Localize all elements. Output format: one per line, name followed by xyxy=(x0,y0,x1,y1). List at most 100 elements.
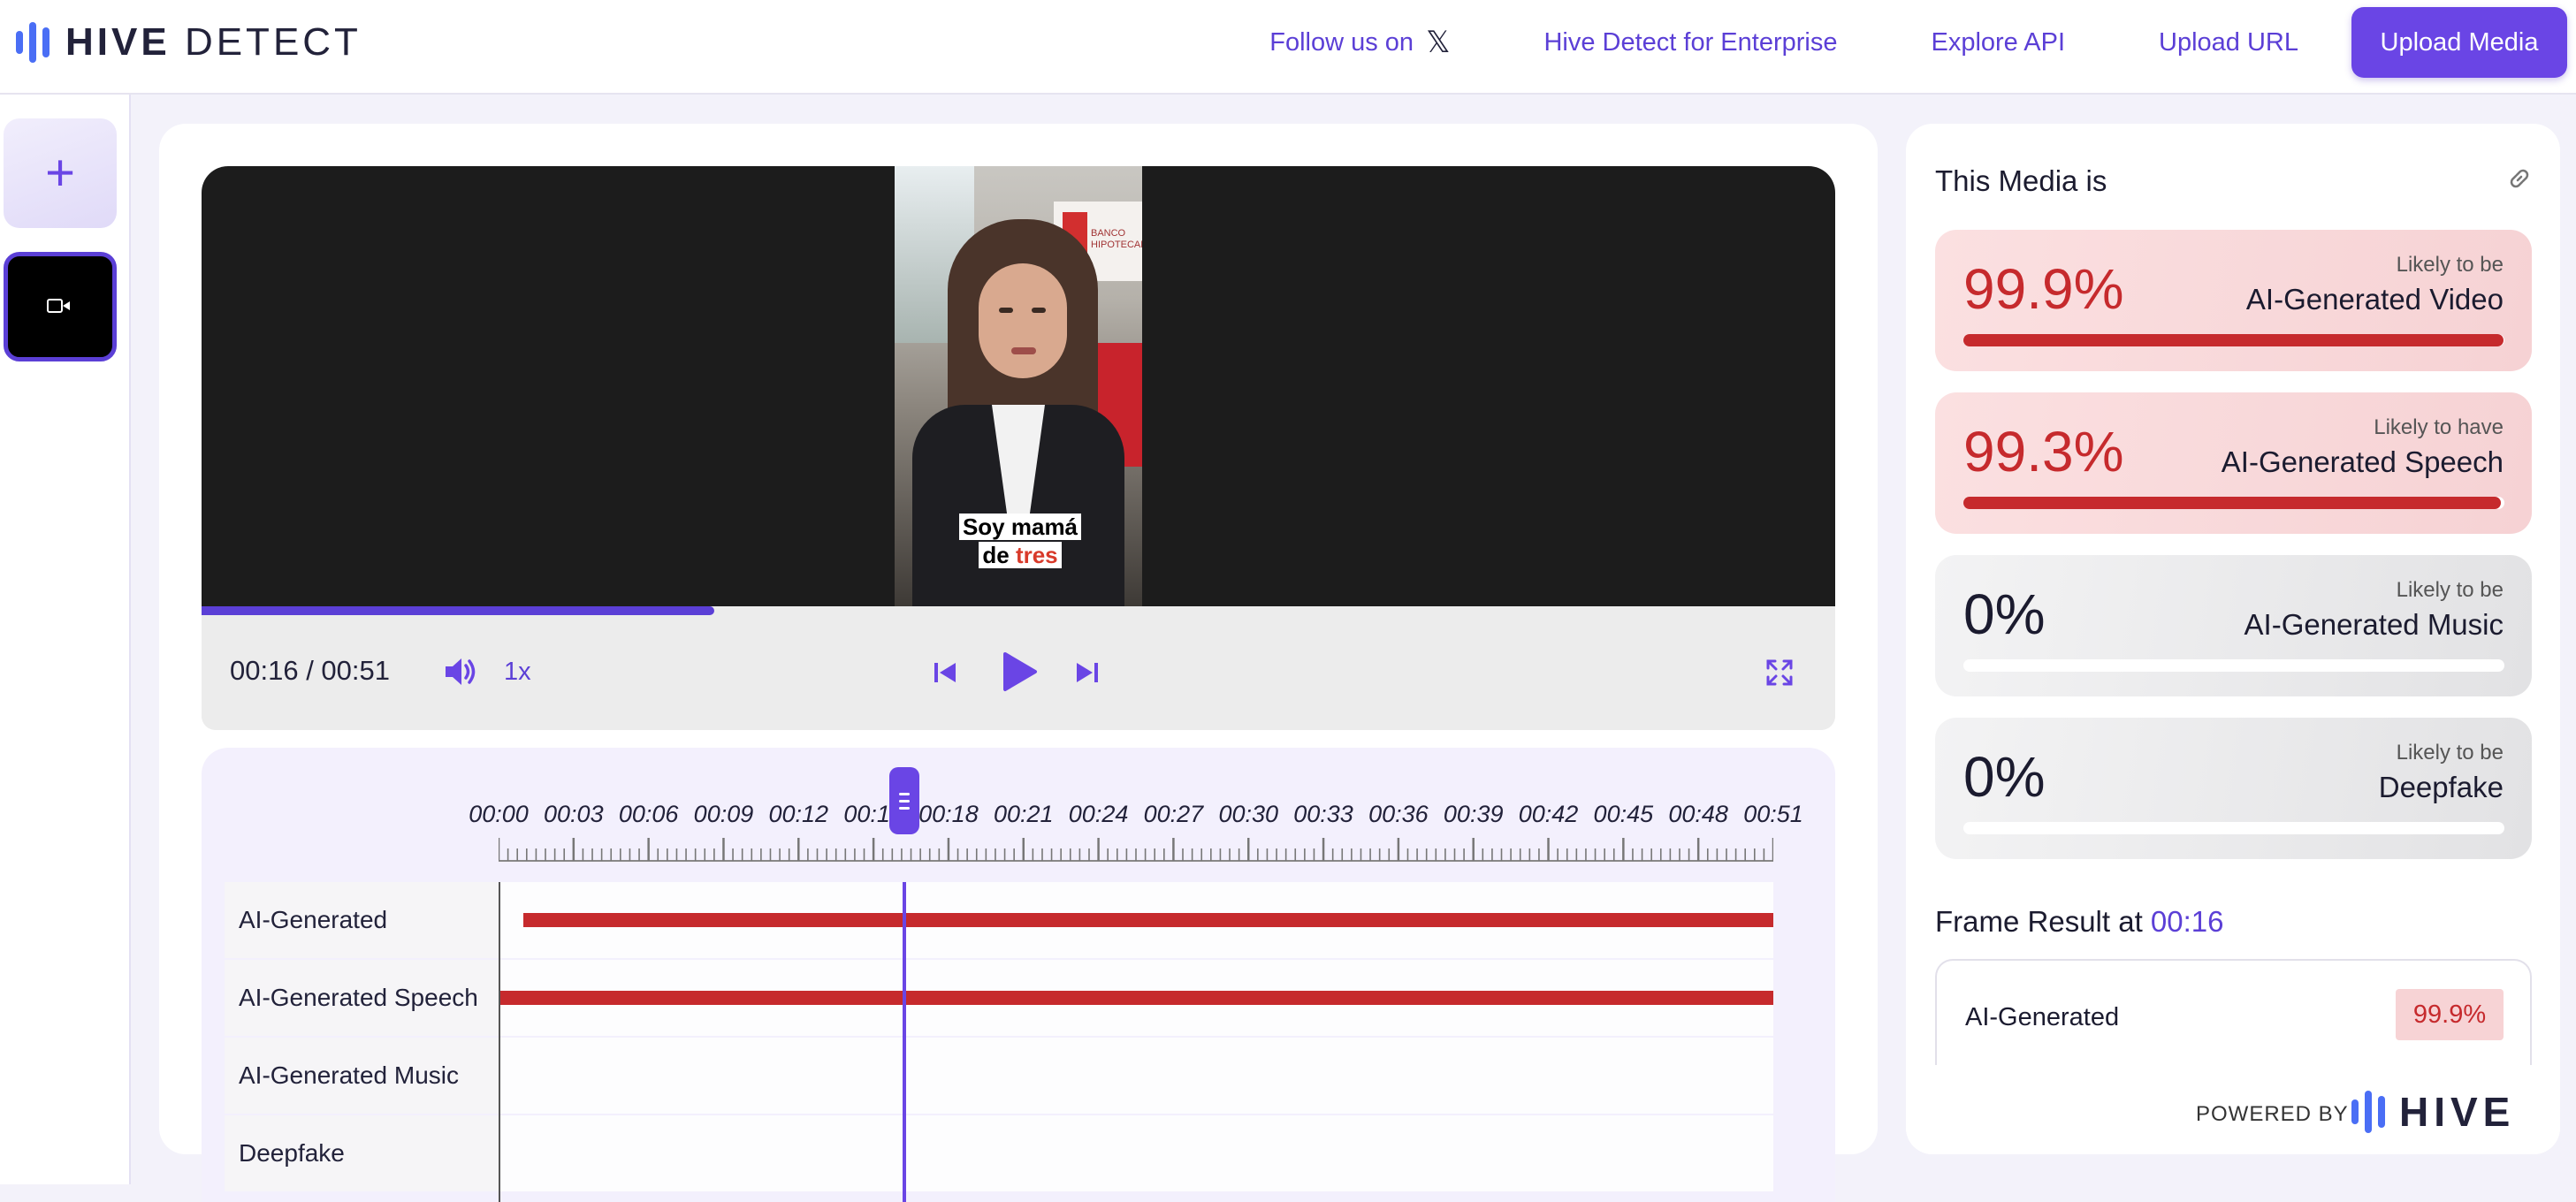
result-card-percent: 0% xyxy=(1963,582,2046,646)
top-header: HIVE DETECT Follow us on 𝕏 Hive Detect f… xyxy=(0,0,2576,95)
result-card-subtitle: Likely to be xyxy=(2396,741,2504,765)
logo-bars-icon xyxy=(16,22,50,63)
explore-api-link[interactable]: Explore API xyxy=(1931,28,2065,57)
timeline-tick-label: 00:36 xyxy=(1368,801,1429,827)
frame-result-class: AI-Generated xyxy=(1965,1003,2120,1031)
timeline-row-label: AI-Generated Speech xyxy=(225,960,499,1036)
timeline-row-track[interactable] xyxy=(499,1115,1773,1191)
fullscreen-icon[interactable] xyxy=(1764,658,1795,688)
timeline-tick-label: 00:39 xyxy=(1443,801,1504,827)
timeline-tick-label: 00:48 xyxy=(1668,801,1728,827)
timeline-row-track[interactable] xyxy=(499,882,1773,958)
play-icon[interactable] xyxy=(1000,650,1039,693)
volume-icon[interactable] xyxy=(442,654,479,689)
result-card-percent: 99.9% xyxy=(1963,257,2124,321)
timeline-tick-label: 00:45 xyxy=(1593,801,1654,827)
player-controls: 00:16 / 00:51 1x xyxy=(202,615,1835,730)
timeline-tick-label: 00:51 xyxy=(1743,801,1803,827)
logo-text-light: DETECT xyxy=(184,20,362,64)
result-card-subtitle: Likely to be xyxy=(2396,253,2504,277)
result-card-category: AI-Generated Speech xyxy=(2221,445,2504,478)
timeline-row-label: AI-Generated xyxy=(225,882,499,958)
add-media-button[interactable]: + xyxy=(4,118,117,228)
video-player: BANCO HIPOTECARIO Soy mamá de tres 00:16… xyxy=(202,166,1835,730)
timeline-row-label: Deepfake xyxy=(225,1115,499,1191)
video-caption: Soy mamá de tres xyxy=(958,513,1082,569)
time-display: 00:16 / 00:51 xyxy=(230,655,390,686)
timeline-tick-label: 00:42 xyxy=(1518,801,1579,827)
timeline-row: Deepfake xyxy=(225,1115,1812,1191)
timeline-tick-label: 00:12 xyxy=(768,801,829,827)
hive-logo-text: HIVE xyxy=(2399,1089,2516,1135)
result-card: 99.9% Likely to be AI-Generated Video xyxy=(1935,230,2532,371)
caption-line-2b: tres xyxy=(1015,542,1058,568)
bank-sign-text: BANCO HIPOTECARIO xyxy=(1091,228,1142,250)
hive-detect-logo[interactable]: HIVE DETECT xyxy=(16,20,362,64)
follow-us-label: Follow us on xyxy=(1269,27,1414,57)
share-link-icon[interactable] xyxy=(2505,164,2534,193)
timeline-tick-label: 00:21 xyxy=(993,801,1054,827)
frame-result-time: 00:16 xyxy=(2150,905,2224,938)
skip-next-icon[interactable] xyxy=(1074,659,1101,686)
result-card-percent: 0% xyxy=(1963,745,2046,809)
timeline-ruler[interactable] xyxy=(499,836,1773,863)
result-card-category: AI-Generated Video xyxy=(2245,283,2504,316)
powered-by-text: POWERED BY xyxy=(2196,1102,2349,1126)
video-viewport[interactable]: BANCO HIPOTECARIO Soy mamá de tres xyxy=(202,166,1835,606)
result-card-bar-fill xyxy=(1963,334,2504,346)
timeline-row-label: AI-Generated Music xyxy=(225,1038,499,1114)
result-card-category: Deepfake xyxy=(2378,771,2504,803)
frame-result-title: Frame Result at 00:16 xyxy=(1935,905,2224,939)
playback-speed[interactable]: 1x xyxy=(504,658,531,687)
logo-text-bold: HIVE xyxy=(65,20,171,64)
timeline-tick-label: 00:30 xyxy=(1218,801,1279,827)
caption-line-1: Soy mamá xyxy=(958,514,1082,540)
timeline-row-track[interactable] xyxy=(499,960,1773,1036)
timeline-row: AI-Generated Music xyxy=(225,1038,1812,1114)
result-card: 0% Likely to be Deepfake xyxy=(1935,718,2532,859)
timeline-row-track[interactable] xyxy=(499,1038,1773,1114)
upload-media-button[interactable]: Upload Media xyxy=(2351,7,2567,78)
hive-logo-bars-icon xyxy=(2351,1091,2385,1133)
hive-logo[interactable]: HIVE xyxy=(2351,1088,2515,1136)
result-card-bar xyxy=(1963,497,2504,509)
timeline-tick-label: 00:27 xyxy=(1143,801,1204,827)
top-nav: Follow us on 𝕏 Hive Detect for Enterpris… xyxy=(1269,7,2567,78)
media-thumbnail-selected[interactable] xyxy=(4,252,117,361)
x-logo-icon: 𝕏 xyxy=(1426,25,1451,60)
result-card-bar xyxy=(1963,822,2504,834)
skip-previous-icon[interactable] xyxy=(932,659,958,686)
result-card-subtitle: Likely to be xyxy=(2396,578,2504,602)
timeline-tick-label: 00:33 xyxy=(1293,801,1353,827)
follow-us-link[interactable]: Follow us on 𝕏 xyxy=(1269,25,1450,60)
track-divider xyxy=(499,882,500,1202)
video-progress-bar[interactable] xyxy=(202,606,1835,615)
result-card-bar-fill xyxy=(1963,497,2501,509)
caption-line-2a: de xyxy=(982,542,1016,568)
upload-url-link[interactable]: Upload URL xyxy=(2159,28,2298,57)
playhead-line xyxy=(903,882,906,1202)
timeline-tick-label: 00:03 xyxy=(544,801,604,827)
frame-result-label: Frame Result at xyxy=(1935,905,2151,938)
frame-result-score: 99.9% xyxy=(2396,989,2504,1040)
enterprise-link[interactable]: Hive Detect for Enterprise xyxy=(1543,28,1837,57)
frame-result-box: AI-Generated 99.9% xyxy=(1935,959,2532,1065)
result-card-category: AI-Generated Music xyxy=(2244,608,2504,641)
left-rail: + xyxy=(0,95,131,1184)
results-title: This Media is xyxy=(1935,164,2107,197)
timeline-tick-label: 00:18 xyxy=(918,801,979,827)
result-card-bar xyxy=(1963,334,2504,346)
playhead-handle[interactable] xyxy=(889,767,919,834)
timeline-tick-label: 00:09 xyxy=(693,801,754,827)
detection-segment-bar xyxy=(499,991,1773,1005)
result-card-bar xyxy=(1963,659,2504,672)
detection-timeline: 00:00 00:03 00:06 00:09 00:12 00:15 00:18 00:21… xyxy=(202,748,1835,1202)
plus-icon: + xyxy=(45,144,75,202)
video-camera-icon xyxy=(47,297,73,316)
video-frame: BANCO HIPOTECARIO Soy mamá de tres xyxy=(895,166,1142,606)
powered-by-footer: POWERED BY HIVE xyxy=(1906,1065,2560,1154)
results-panel: This Media is 99.9% Likely to be AI-Genera… xyxy=(1906,124,2560,1154)
result-card: 0% Likely to be AI-Generated Music xyxy=(1935,555,2532,696)
result-card-subtitle: Likely to have xyxy=(2374,415,2504,439)
result-card: 99.3% Likely to have AI-Generated Speech xyxy=(1935,392,2532,534)
